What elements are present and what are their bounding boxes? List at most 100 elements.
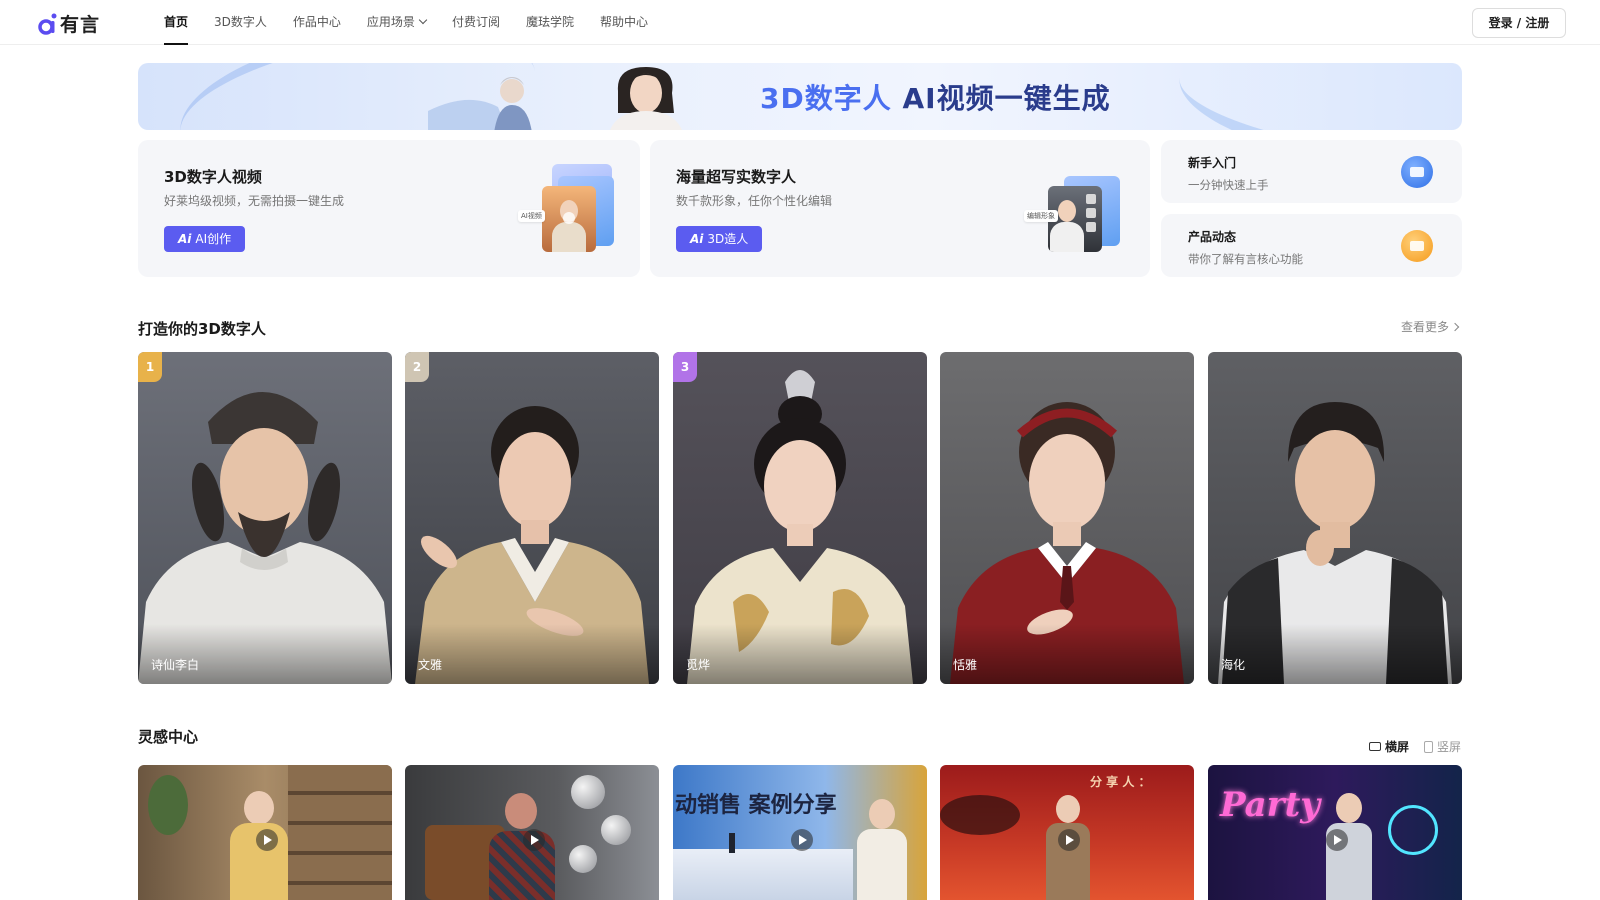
thumb (1086, 222, 1096, 232)
gift-box-icon (1401, 230, 1433, 262)
landscape-toggle[interactable]: 横屏 (1369, 738, 1409, 755)
ai-create-button[interactable]: Ai AI创作 (164, 226, 246, 252)
avatar-name: 觅烨 (686, 658, 711, 672)
presenter-face (869, 799, 895, 829)
avatar-card[interactable]: 海化 (1208, 352, 1462, 684)
portrait-label: 竖屏 (1437, 740, 1462, 754)
landscape-label: 横屏 (1385, 740, 1410, 754)
avatar-card[interactable]: 3 觅烨 (673, 352, 927, 684)
banner-figure-right (610, 67, 682, 130)
avatar-shade (940, 624, 1194, 684)
avatar-card[interactable]: 2 文雅 (405, 352, 659, 684)
presenter-body (489, 831, 555, 900)
side-card-getting-started[interactable]: 新手入门 一分钟快速上手 (1161, 140, 1462, 203)
play-icon (563, 212, 575, 224)
nav-item-subscription[interactable]: 付费订阅 (452, 0, 500, 45)
cloud-sea (673, 849, 853, 900)
feature-desc: 数千款形象，任你个性化编辑 (676, 194, 833, 208)
presenter-face (1056, 795, 1080, 823)
portrait-toggle[interactable]: 竖屏 (1424, 738, 1461, 755)
mountain-figure (729, 833, 735, 853)
logo-mark-icon (38, 12, 58, 36)
avatar-shade (1208, 624, 1462, 684)
avatar-shade (405, 624, 659, 684)
view-more-label: 查看更多 (1401, 320, 1450, 334)
top-navbar: 有言 首页 3D数字人 作品中心 应用场景 付费订阅 魔珐学院 帮助中心 登录 … (0, 0, 1600, 45)
feature-card-avatars[interactable]: 海量超写实数字人 数千款形象，任你个性化编辑 Ai 3D造人 编辑形象 (650, 140, 1150, 277)
nav-item-3d-avatar[interactable]: 3D数字人 (214, 0, 267, 45)
view-more-link[interactable]: 查看更多 (1401, 318, 1460, 335)
avatar-editor-illustration: 编辑形象 (1024, 164, 1124, 256)
inspiration-card[interactable] (138, 765, 392, 900)
chrome-ball (569, 845, 597, 873)
inspiration-overlay-text: 动销售 案例分享 (675, 792, 837, 818)
nav-item-works[interactable]: 作品中心 (293, 0, 341, 45)
avatar-shade (138, 624, 392, 684)
side-card-title: 产品动态 (1188, 230, 1237, 244)
chrome-ball (601, 815, 631, 845)
inspiration-card[interactable]: Party (1208, 765, 1462, 900)
banner-title: 3D数字人 AI视频一键生成 (760, 82, 1111, 115)
section-title-inspiration: 灵感中心 (138, 728, 199, 746)
stage-shape (940, 795, 1020, 835)
side-card-title: 新手入门 (1188, 156, 1237, 170)
presenter-face (1336, 793, 1362, 823)
cta-label: AI创作 (195, 232, 232, 246)
avatar-name: 诗仙李白 (151, 658, 200, 672)
presenter-hair (505, 793, 537, 829)
3d-create-button[interactable]: Ai 3D造人 (676, 226, 763, 252)
illus-face (1058, 200, 1076, 222)
illus-photo (542, 186, 596, 252)
logo[interactable]: 有言 (38, 10, 100, 37)
play-icon (791, 829, 813, 851)
section-title-avatars: 打造你的3D数字人 (138, 320, 266, 338)
chevron-down-icon (418, 15, 428, 25)
nav-item-scenarios[interactable]: 应用场景 (367, 0, 428, 45)
inspiration-card[interactable] (405, 765, 659, 900)
nav-item-help[interactable]: 帮助中心 (600, 0, 648, 45)
avatar-shade (673, 624, 927, 684)
avatar-card[interactable]: 1 诗仙李白 (138, 352, 392, 684)
thumb (1086, 208, 1096, 218)
rank-badge: 1 (138, 352, 162, 382)
ai-badge-icon: Ai (690, 232, 704, 246)
inspiration-overlay-text: Party (1220, 785, 1321, 825)
plant (148, 775, 188, 835)
feature-card-video[interactable]: 3D数字人视频 好莱坞级视频，无需拍摄一键生成 Ai AI创作 AI视频 (138, 140, 640, 277)
illus-tag: AI视频 (518, 210, 545, 222)
bookshelf (288, 765, 392, 900)
play-icon (523, 829, 545, 851)
play-icon (1058, 829, 1080, 851)
play-icon (256, 829, 278, 851)
banner-swirl-decoration (1171, 63, 1462, 130)
neon-robot (1388, 805, 1438, 855)
cta-label: 3D造人 (707, 232, 749, 246)
side-card-desc: 带你了解有言核心功能 (1188, 252, 1303, 266)
avatar-name: 海化 (1221, 658, 1246, 672)
graduation-cap-icon (1401, 156, 1433, 188)
feature-title: 3D数字人视频 (164, 168, 262, 186)
rank-badge: 2 (405, 352, 429, 382)
illus-tag: 编辑形象 (1024, 210, 1058, 222)
chevron-right-icon (1450, 322, 1460, 332)
inspiration-overlay-text: 分 享 人 ： (1090, 775, 1151, 789)
presenter-face (244, 791, 274, 825)
chrome-ball (571, 775, 605, 809)
avatar-name: 恬雅 (953, 658, 978, 672)
illus-body (552, 222, 586, 252)
play-icon (1326, 829, 1348, 851)
login-register-button[interactable]: 登录 / 注册 (1472, 8, 1566, 38)
nav-item-home[interactable]: 首页 (164, 0, 189, 45)
main-nav: 首页 3D数字人 作品中心 应用场景 付费订阅 魔珐学院 帮助中心 (164, 0, 674, 45)
inspiration-card[interactable]: 分 享 人 ： (940, 765, 1194, 900)
video-illustration: AI视频 (518, 164, 618, 256)
nav-item-academy[interactable]: 魔珐学院 (526, 0, 574, 45)
presenter-body (857, 829, 907, 900)
ai-badge-icon: Ai (178, 232, 192, 246)
hero-banner[interactable]: 3D数字人 AI视频一键生成 (138, 63, 1462, 130)
side-card-desc: 一分钟快速上手 (1188, 178, 1269, 192)
inspiration-card[interactable]: 动销售 案例分享 (673, 765, 927, 900)
side-card-product-news[interactable]: 产品动态 带你了解有言核心功能 (1161, 214, 1462, 277)
avatar-card[interactable]: 恬雅 (940, 352, 1194, 684)
banner-figure-left (428, 77, 532, 130)
